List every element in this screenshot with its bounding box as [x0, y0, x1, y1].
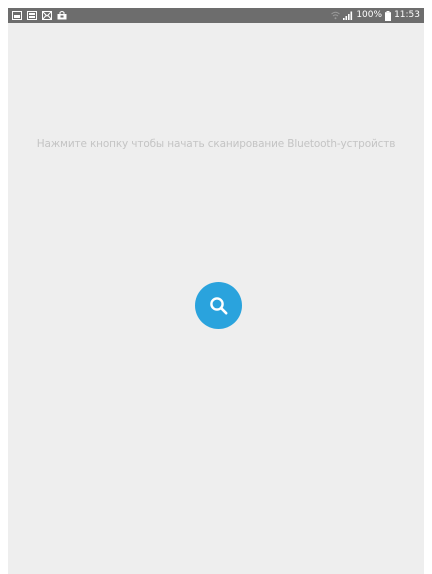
notification-icons: [12, 10, 67, 21]
scan-hint-text: Нажмите кнопку чтобы начать сканирование…: [36, 138, 396, 150]
scan-button[interactable]: [195, 282, 242, 329]
signal-icon: [343, 11, 353, 20]
shopping-bag-icon: [57, 11, 67, 20]
mail-icon: [42, 11, 52, 20]
clock: 11:53: [394, 10, 420, 20]
battery-icon: [385, 10, 392, 21]
image-icon: [27, 11, 37, 20]
app-screen: 100% 11:53 Нажмите кнопку чтобы начать с…: [8, 8, 424, 574]
wifi-icon: [331, 11, 341, 20]
system-indicators: 100% 11:53: [331, 8, 420, 23]
image-icon: [12, 11, 22, 20]
battery-percent: 100%: [356, 10, 383, 20]
status-bar: 100% 11:53: [8, 8, 424, 23]
search-icon: [209, 296, 229, 316]
